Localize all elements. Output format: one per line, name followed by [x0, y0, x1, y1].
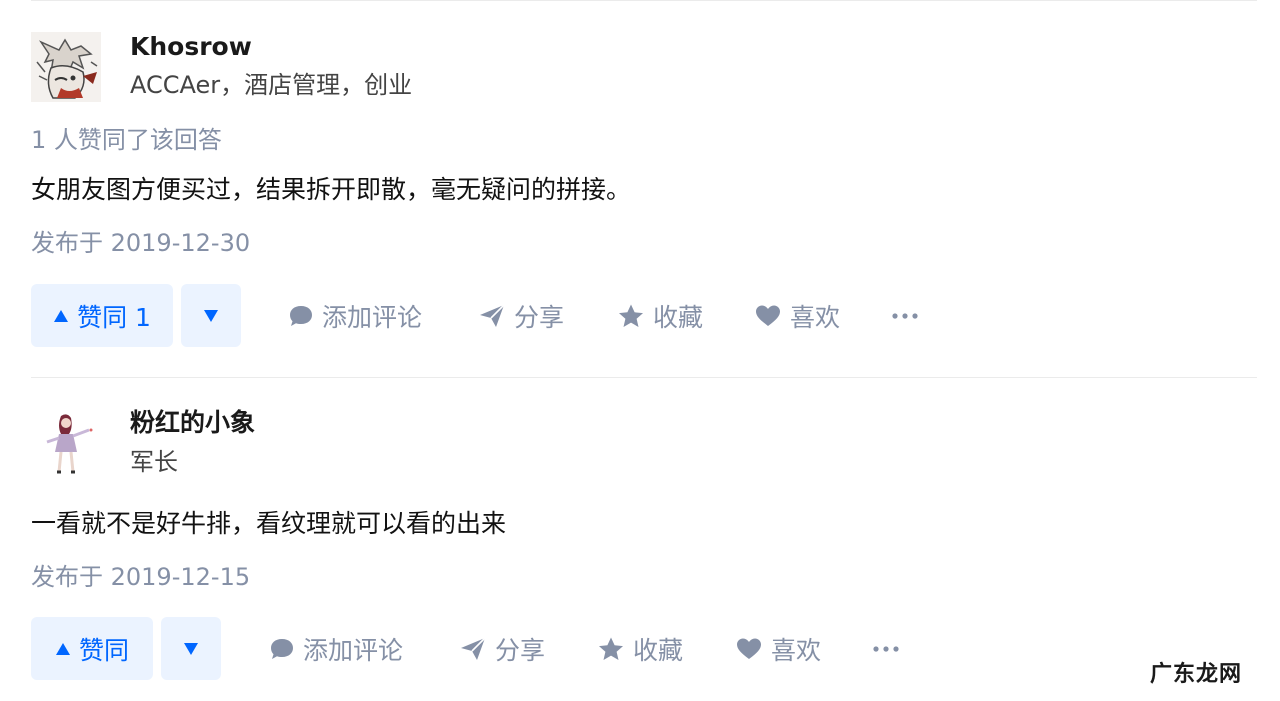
downvote-button[interactable]	[161, 617, 221, 680]
collect-label: 收藏	[633, 635, 684, 665]
heart-icon	[737, 638, 761, 659]
avatar-image	[31, 32, 101, 102]
watermark: 广东龙网	[1149, 662, 1242, 687]
vote-summary[interactable]: 1 人赞同了该回答	[31, 128, 222, 152]
publish-date[interactable]: 发布于 2019-12-30	[31, 231, 250, 255]
author-name[interactable]: 粉红的小象	[130, 410, 255, 435]
collect-button[interactable]: 收藏	[597, 617, 683, 680]
like-button[interactable]: 喜欢	[754, 284, 840, 347]
like-label: 喜欢	[790, 302, 841, 332]
avatar-image	[31, 408, 101, 478]
more-icon	[873, 645, 899, 652]
share-label: 分享	[495, 635, 546, 665]
comment-icon	[290, 305, 312, 326]
comment-label: 添加评论	[322, 302, 423, 332]
author-bio: ACCAer，酒店管理，创业	[130, 71, 413, 99]
upvote-label: 赞同 1	[77, 302, 151, 332]
like-button[interactable]: 喜欢	[735, 617, 821, 680]
share-label: 分享	[514, 302, 565, 332]
triangle-down-icon	[184, 642, 198, 655]
avatar[interactable]	[31, 408, 101, 478]
answer-divider	[31, 377, 1257, 378]
star-icon	[619, 304, 643, 327]
share-icon	[461, 636, 486, 660]
comment-button[interactable]: 添加评论	[269, 617, 403, 680]
triangle-down-icon	[204, 309, 218, 322]
upvote-label: 赞同	[78, 635, 129, 665]
top-divider	[31, 0, 1257, 1]
answer-content: 女朋友图方便买过，结果拆开即散，毫无疑问的拼接。	[31, 175, 632, 204]
more-button[interactable]	[873, 617, 899, 680]
author-bio: 军长	[130, 448, 178, 476]
share-icon	[480, 303, 505, 327]
answer-content: 一看就不是好牛排，看纹理就可以看的出来	[31, 509, 507, 538]
comment-icon	[271, 638, 293, 659]
triangle-up-icon	[54, 309, 69, 322]
more-button[interactable]	[892, 284, 918, 347]
like-label: 喜欢	[771, 635, 822, 665]
author-name[interactable]: Khosrow	[130, 34, 252, 59]
star-icon	[599, 637, 623, 660]
upvote-button[interactable]: 赞同 1	[31, 284, 173, 347]
more-icon	[892, 312, 918, 319]
downvote-button[interactable]	[181, 284, 241, 347]
avatar[interactable]	[31, 32, 101, 102]
collect-button[interactable]: 收藏	[617, 284, 703, 347]
collect-label: 收藏	[653, 302, 704, 332]
share-button[interactable]: 分享	[478, 284, 564, 347]
heart-icon	[756, 305, 780, 326]
upvote-button[interactable]: 赞同	[31, 617, 153, 680]
triangle-up-icon	[55, 642, 70, 655]
comment-label: 添加评论	[303, 635, 404, 665]
share-button[interactable]: 分享	[459, 617, 545, 680]
comment-button[interactable]: 添加评论	[288, 284, 422, 347]
publish-date[interactable]: 发布于 2019-12-15	[31, 565, 250, 589]
